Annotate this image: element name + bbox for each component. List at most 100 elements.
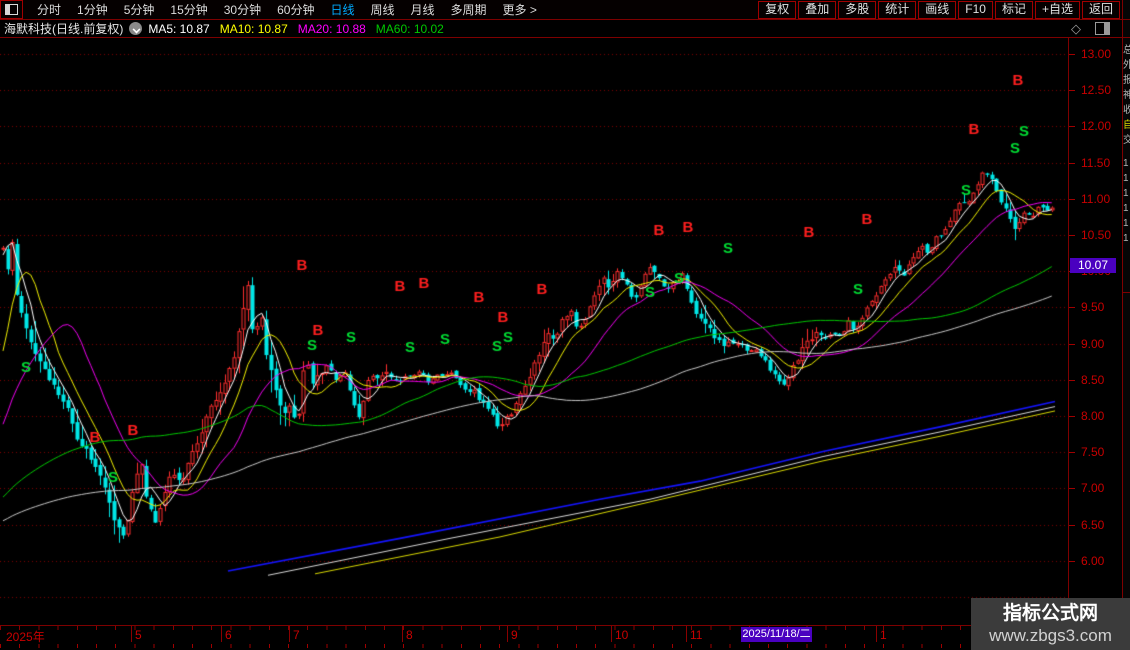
chevron-down-icon[interactable] <box>129 22 142 35</box>
x-tick-month <box>876 626 877 642</box>
split-panel-icon <box>5 4 18 15</box>
y-axis-label-0: 13.00 <box>1081 47 1111 61</box>
sidebar-char: 报 <box>1123 74 1130 87</box>
sidebar-char: 1 <box>1123 187 1130 200</box>
y-tick <box>1069 235 1075 236</box>
y-axis-label-7: 9.50 <box>1081 300 1104 314</box>
x-tick-month <box>611 626 612 642</box>
nav-period-0[interactable]: 分时 <box>29 1 69 19</box>
period-nav: 分时1分钟5分钟15分钟30分钟60分钟日线周线月线多周期更多 > <box>29 1 545 19</box>
diamond-icon[interactable]: ◇ <box>1071 21 1081 37</box>
next-pane-clipped <box>0 644 1122 650</box>
y-axis-label-1: 12.50 <box>1081 83 1111 97</box>
x-axis-label-2: 7 <box>293 628 300 642</box>
x-axis-label-7: 1 <box>880 628 887 642</box>
toolbar-button-1[interactable]: 叠加 <box>798 1 836 19</box>
x-axis-label-0: 5 <box>135 628 142 642</box>
y-axis-label-5: 10.50 <box>1081 228 1111 242</box>
x-tick-month <box>507 626 508 642</box>
divider <box>1123 37 1130 38</box>
y-tick <box>1069 344 1075 345</box>
y-tick <box>1069 416 1075 417</box>
x-axis-label-3: 8 <box>406 628 413 642</box>
ma-legend-item-1: MA10: 10.87 <box>220 22 288 36</box>
sidebar-char: 总 <box>1123 44 1130 57</box>
sidebar-char: 神 <box>1123 89 1130 102</box>
date-axis: 2025年 2025/11/18/二 5678910111 <box>0 625 1122 645</box>
divider <box>1123 19 1130 20</box>
ma-legend-item-3: MA60: 10.02 <box>376 22 444 36</box>
toolbar-button-5[interactable]: F10 <box>958 1 993 19</box>
y-tick <box>1069 163 1075 164</box>
nav-period-3[interactable]: 15分钟 <box>162 1 215 19</box>
watermark-url: www.zbgs3.com <box>989 625 1112 646</box>
minor-ticks <box>0 626 1122 630</box>
toolbar-button-8[interactable]: 返回 <box>1082 1 1120 19</box>
cursor-date-badge: 2025/11/18/二 <box>741 627 812 642</box>
toolbar-button-6[interactable]: 标记 <box>995 1 1033 19</box>
panel-toggle-icon[interactable] <box>1095 22 1110 35</box>
y-axis-label-2: 12.00 <box>1081 119 1111 133</box>
ma-legend-item-0: MA5: 10.87 <box>148 22 209 36</box>
nav-period-4[interactable]: 30分钟 <box>216 1 269 19</box>
divider <box>1123 292 1130 293</box>
window-layout-button[interactable] <box>0 0 23 19</box>
toolbar-button-3[interactable]: 统计 <box>878 1 916 19</box>
toolbar-buttons: 复权叠加多股统计画线F10标记+自选返回 <box>756 1 1130 19</box>
right-sidebar-clipped[interactable]: 总外报神收自交111111 <box>1122 0 1130 650</box>
stock-title: 海默科技(日线.前复权) <box>4 20 123 37</box>
y-tick <box>1069 199 1075 200</box>
x-axis-label-1: 6 <box>225 628 232 642</box>
period-toolbar: 分时1分钟5分钟15分钟30分钟60分钟日线周线月线多周期更多 > 复权叠加多股… <box>0 0 1130 20</box>
nav-period-5[interactable]: 60分钟 <box>269 1 322 19</box>
toolbar-button-7[interactable]: +自选 <box>1035 1 1080 19</box>
x-tick-month <box>221 626 222 642</box>
y-axis-label-4: 11.00 <box>1081 192 1110 206</box>
nav-period-7[interactable]: 周线 <box>362 1 402 19</box>
toolbar-button-0[interactable]: 复权 <box>758 1 796 19</box>
x-tick-month <box>289 626 290 642</box>
toolbar-button-2[interactable]: 多股 <box>838 1 876 19</box>
y-axis-label-3: 11.50 <box>1081 156 1110 170</box>
sidebar-char: 1 <box>1123 217 1130 230</box>
y-tick <box>1069 90 1075 91</box>
y-axis-label-8: 9.00 <box>1081 337 1104 351</box>
trading-app-window: 分时1分钟5分钟15分钟30分钟60分钟日线周线月线多周期更多 > 复权叠加多股… <box>0 0 1130 650</box>
nav-period-6[interactable]: 日线 <box>322 1 362 19</box>
nav-period-1[interactable]: 1分钟 <box>69 1 116 19</box>
y-axis-label-10: 8.00 <box>1081 409 1104 423</box>
watermark: 指标公式网 www.zbgs3.com <box>971 598 1130 650</box>
sidebar-char: 外 <box>1123 59 1130 72</box>
nav-period-8[interactable]: 月线 <box>403 1 443 19</box>
y-tick <box>1069 54 1075 55</box>
watermark-title: 指标公式网 <box>1003 602 1098 625</box>
x-tick-month <box>402 626 403 642</box>
sidebar-char: 收 <box>1123 104 1130 117</box>
price-chart-canvas[interactable] <box>0 38 1068 625</box>
x-axis-label-6: 11 <box>690 628 702 642</box>
y-tick <box>1069 380 1075 381</box>
sidebar-char: 1 <box>1123 172 1130 185</box>
sidebar-char: 自 <box>1123 119 1130 132</box>
x-tick-month <box>131 626 132 642</box>
y-axis-label-12: 7.00 <box>1081 481 1104 495</box>
current-price-badge: 10.07 <box>1070 258 1116 273</box>
sidebar-char: 1 <box>1123 232 1130 245</box>
y-axis-label-14: 6.00 <box>1081 554 1104 568</box>
y-tick <box>1069 307 1075 308</box>
nav-period-9[interactable]: 多周期 <box>443 1 495 19</box>
ma-legend-item-2: MA20: 10.88 <box>298 22 366 36</box>
info-bar: 海默科技(日线.前复权) MA5: 10.87 MA10: 10.87 MA20: … <box>0 20 1122 38</box>
nav-period-10[interactable]: 更多 > <box>495 1 545 19</box>
nav-period-2[interactable]: 5分钟 <box>116 1 163 19</box>
y-axis-label-11: 7.50 <box>1081 445 1104 459</box>
minor-ticks <box>0 644 1122 648</box>
x-tick-month <box>686 626 687 642</box>
y-tick <box>1069 561 1075 562</box>
toolbar-button-4[interactable]: 画线 <box>918 1 956 19</box>
ma-legend: MA5: 10.87 MA10: 10.87 MA20: 10.88 MA60: 10… <box>148 22 454 36</box>
year-label: 2025年 <box>6 628 45 645</box>
sidebar-char: 交 <box>1123 134 1130 147</box>
x-axis-label-5: 10 <box>615 628 628 642</box>
sidebar-char: 1 <box>1123 157 1130 170</box>
